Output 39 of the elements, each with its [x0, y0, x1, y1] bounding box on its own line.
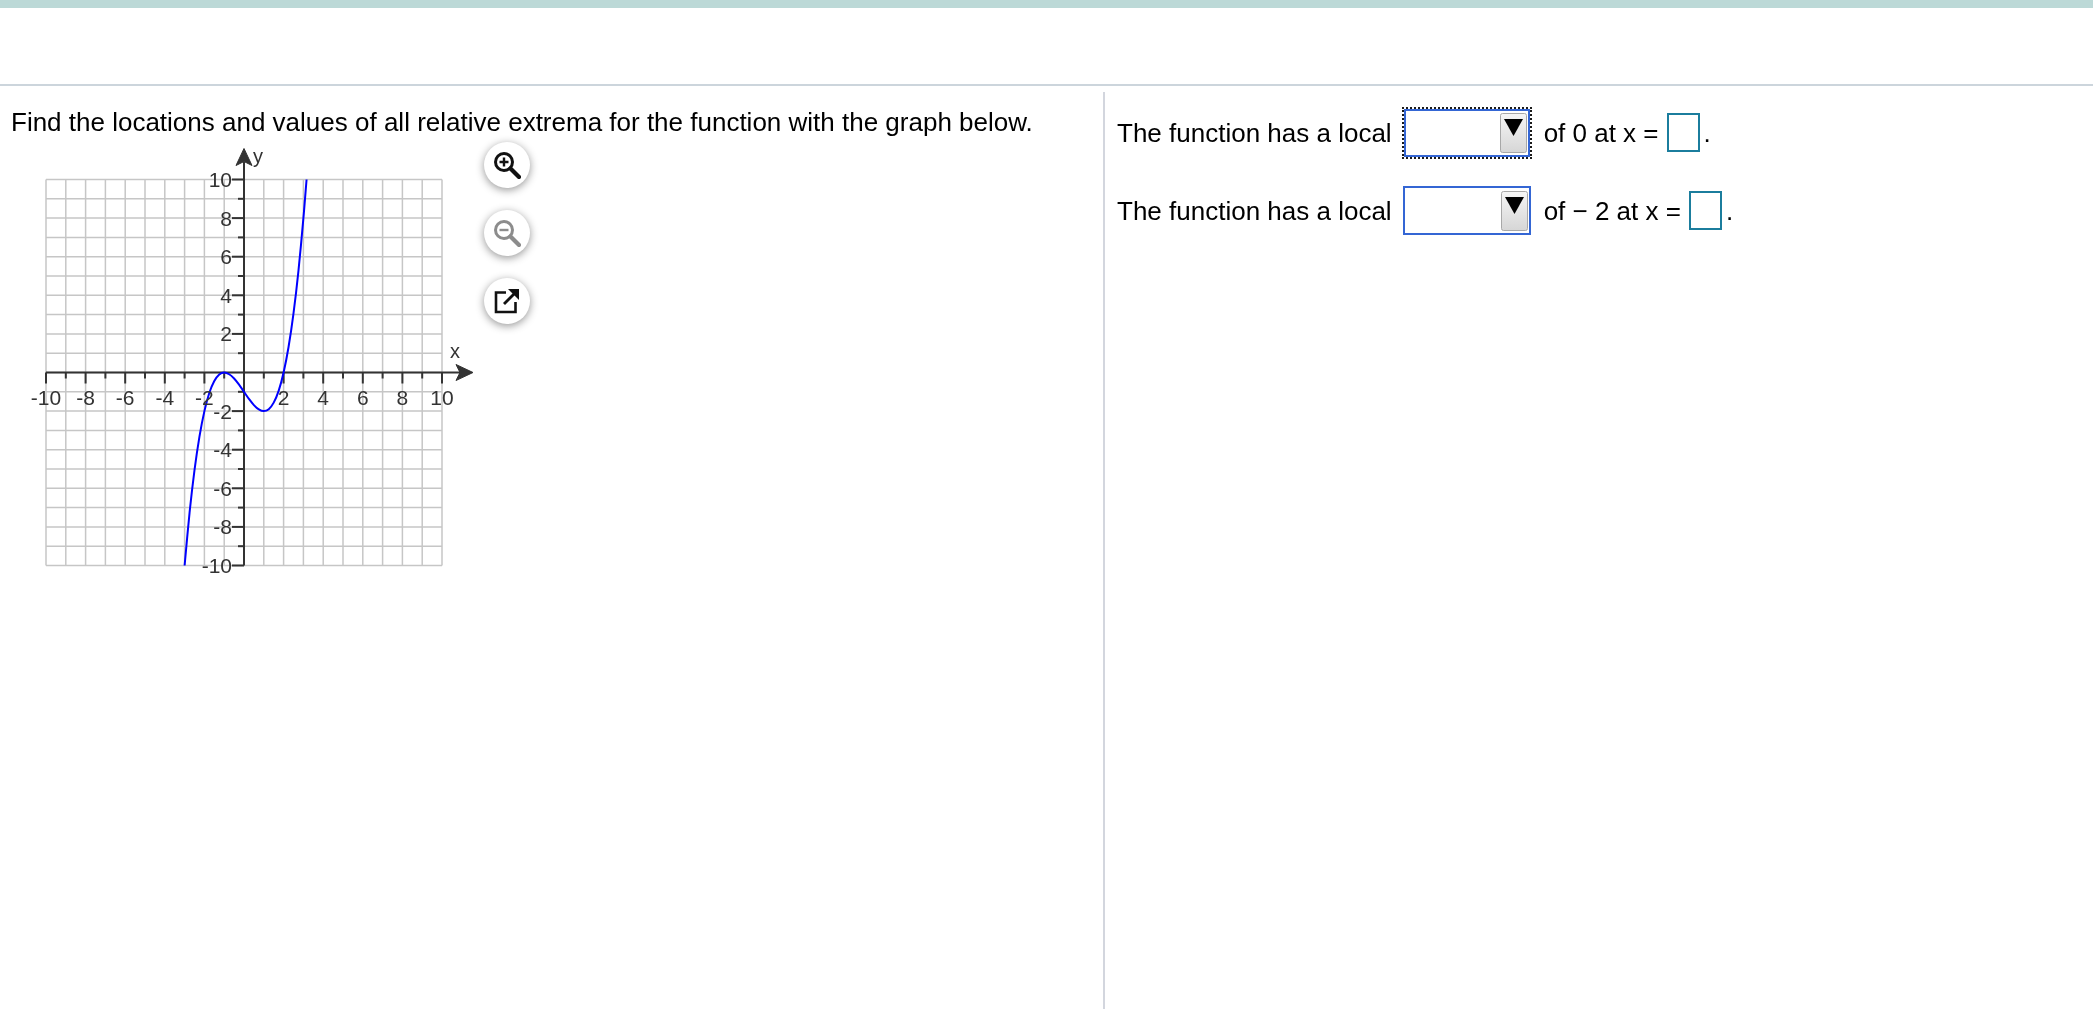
tick-label: -8 — [213, 515, 232, 539]
tick-label: -10 — [201, 554, 232, 577]
dropdown[interactable] — [1402, 186, 1531, 235]
caret-icon[interactable] — [1500, 190, 1528, 231]
square-arrow-icon — [494, 288, 520, 314]
tick-label: -4 — [155, 385, 175, 409]
prompt-text: The function has a local — [1117, 117, 1392, 148]
period-text: . — [1703, 117, 1711, 148]
zoom-out-icon — [493, 219, 521, 247]
axis-title: x — [450, 339, 460, 362]
tick-label: 2 — [220, 322, 232, 346]
tick-label: 10 — [208, 168, 232, 191]
tick-label: 6 — [356, 385, 369, 409]
prompt-text: The function has a local — [1117, 195, 1392, 226]
popout-button[interactable] — [484, 278, 530, 324]
zoom-in-button[interactable] — [484, 142, 530, 188]
tick-label: -4 — [213, 438, 232, 462]
tick-label: -6 — [115, 385, 135, 409]
tick-label: 10 — [430, 385, 454, 409]
tick-label: -8 — [76, 385, 95, 409]
dropdown[interactable] — [1401, 106, 1532, 159]
tick-label: -2 — [213, 399, 232, 423]
answer-text: of − 2 at x = — [1543, 195, 1681, 226]
zoom-in-icon — [493, 151, 521, 179]
answer-box[interactable] — [1666, 113, 1700, 152]
tick-label: 6 — [220, 245, 232, 269]
tick-label: 4 — [317, 385, 330, 409]
answer-box[interactable] — [1688, 191, 1722, 230]
tick-label: 4 — [220, 283, 232, 307]
question-text: Find the locations and values of all relative extrema for the function with the graph below. — [10, 107, 1034, 137]
caret-icon[interactable] — [1499, 112, 1527, 153]
tick-label: 8 — [220, 206, 232, 230]
answer-text: of 0 at x = — [1543, 117, 1659, 148]
tick-label: -6 — [213, 476, 232, 500]
period-text: . — [1725, 195, 1734, 226]
tick-label: 2 — [277, 385, 290, 409]
tick-label: 8 — [396, 385, 409, 409]
axis-title: y — [253, 144, 263, 167]
tick-label: -10 — [30, 385, 62, 409]
